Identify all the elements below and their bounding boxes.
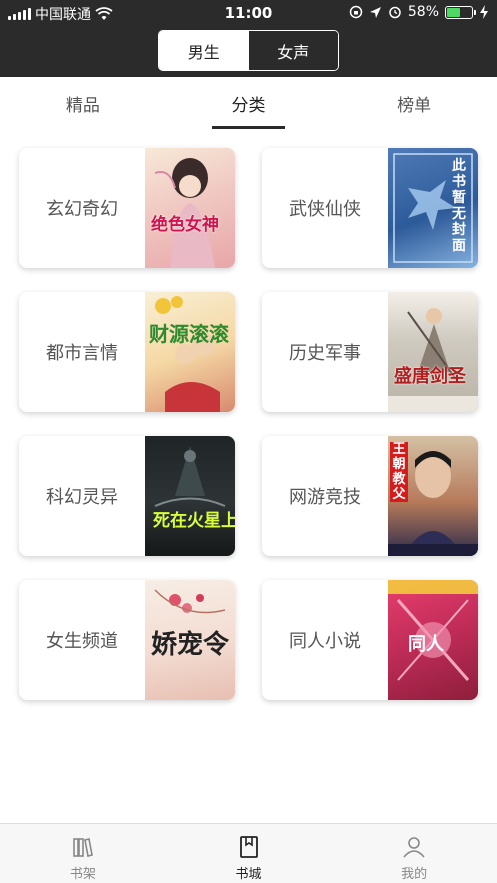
- category-label: 玄幻奇幻: [46, 199, 118, 220]
- gender-option-male[interactable]: 男生: [159, 31, 249, 70]
- nav-label: 书城: [235, 867, 262, 882]
- cover-title: 此书暂无封面: [452, 158, 466, 254]
- cover-title: 娇宠令: [151, 630, 230, 660]
- cover-title: 同人: [408, 634, 444, 655]
- tab-featured[interactable]: 精品: [0, 77, 166, 129]
- bottom-nav: 书架 书城 我的: [0, 823, 497, 883]
- cover-title: 绝色女神: [151, 215, 219, 235]
- battery-fill: [447, 7, 460, 17]
- battery-icon: [445, 5, 476, 19]
- nav-bookshelf[interactable]: 书架: [0, 824, 166, 883]
- cover-title: 王朝教父: [390, 442, 408, 502]
- category-label: 科幻灵异: [46, 487, 118, 508]
- battery-percent: 58%: [407, 4, 439, 20]
- rotation-lock-icon: [349, 5, 363, 19]
- history-cover-icon: 盛唐剑圣: [388, 292, 478, 412]
- category-card-gaming[interactable]: 网游竞技 王朝教父: [262, 436, 478, 556]
- status-right: 58%: [349, 4, 489, 20]
- category-label: 网游竞技: [289, 487, 361, 508]
- game-cover-icon: 王朝教父: [388, 436, 478, 556]
- tab-categories[interactable]: 分类: [166, 77, 332, 129]
- profile-icon: [403, 837, 425, 858]
- gender-option-female[interactable]: 女声: [248, 31, 338, 70]
- charging-icon: [480, 5, 488, 19]
- fanfic-cover-icon: 同人: [388, 580, 478, 700]
- nav-label: 我的: [401, 867, 428, 882]
- category-label: 都市言情: [46, 343, 118, 364]
- category-card-wuxia[interactable]: 武侠仙侠 此书暂无封面: [262, 148, 478, 268]
- fantasy-cover-icon: 绝色女神: [145, 148, 235, 268]
- cover-title: 财源滚滚: [149, 322, 229, 346]
- top-header: 中国联通 11:00 58% 男生 女声: [0, 0, 497, 77]
- active-tab-indicator: [212, 126, 285, 129]
- alarm-icon: [389, 6, 401, 19]
- category-card-fantasy[interactable]: 玄幻奇幻 绝色女神: [19, 148, 235, 268]
- nav-profile[interactable]: 我的: [331, 824, 497, 883]
- category-card-history[interactable]: 历史军事 盛唐剑圣: [262, 292, 478, 412]
- category-tabs: 精品 分类 榜单: [0, 77, 497, 129]
- category-label: 武侠仙侠: [289, 199, 361, 220]
- cover-title: 盛唐剑圣: [394, 366, 466, 387]
- category-card-female[interactable]: 女生频道 娇宠令: [19, 580, 235, 700]
- nav-bookstore[interactable]: 书城: [166, 824, 332, 883]
- category-card-scifi[interactable]: 科幻灵异 死在火星上: [19, 436, 235, 556]
- location-icon: [369, 6, 381, 18]
- urban-cover-icon: 财源滚滚: [145, 292, 235, 412]
- category-label: 女生频道: [46, 631, 118, 652]
- scifi-cover-icon: 死在火星上: [145, 436, 235, 556]
- female-cover-icon: 娇宠令: [145, 580, 235, 700]
- bookshelf-icon: [73, 838, 93, 857]
- category-label: 历史军事: [289, 343, 361, 364]
- category-card-urban[interactable]: 都市言情 财源滚滚: [19, 292, 235, 412]
- cover-title: 死在火星上: [153, 511, 235, 531]
- no-cover-icon: 此书暂无封面: [388, 148, 478, 268]
- category-card-fanfic[interactable]: 同人小说 同人: [262, 580, 478, 700]
- bookstore-icon: [239, 836, 258, 858]
- gender-switch: 男生 女声: [158, 30, 339, 71]
- category-label: 同人小说: [289, 631, 361, 652]
- tab-rankings[interactable]: 榜单: [331, 77, 497, 129]
- status-bar: 中国联通 11:00 58%: [0, 0, 497, 26]
- nav-label: 书架: [69, 867, 96, 882]
